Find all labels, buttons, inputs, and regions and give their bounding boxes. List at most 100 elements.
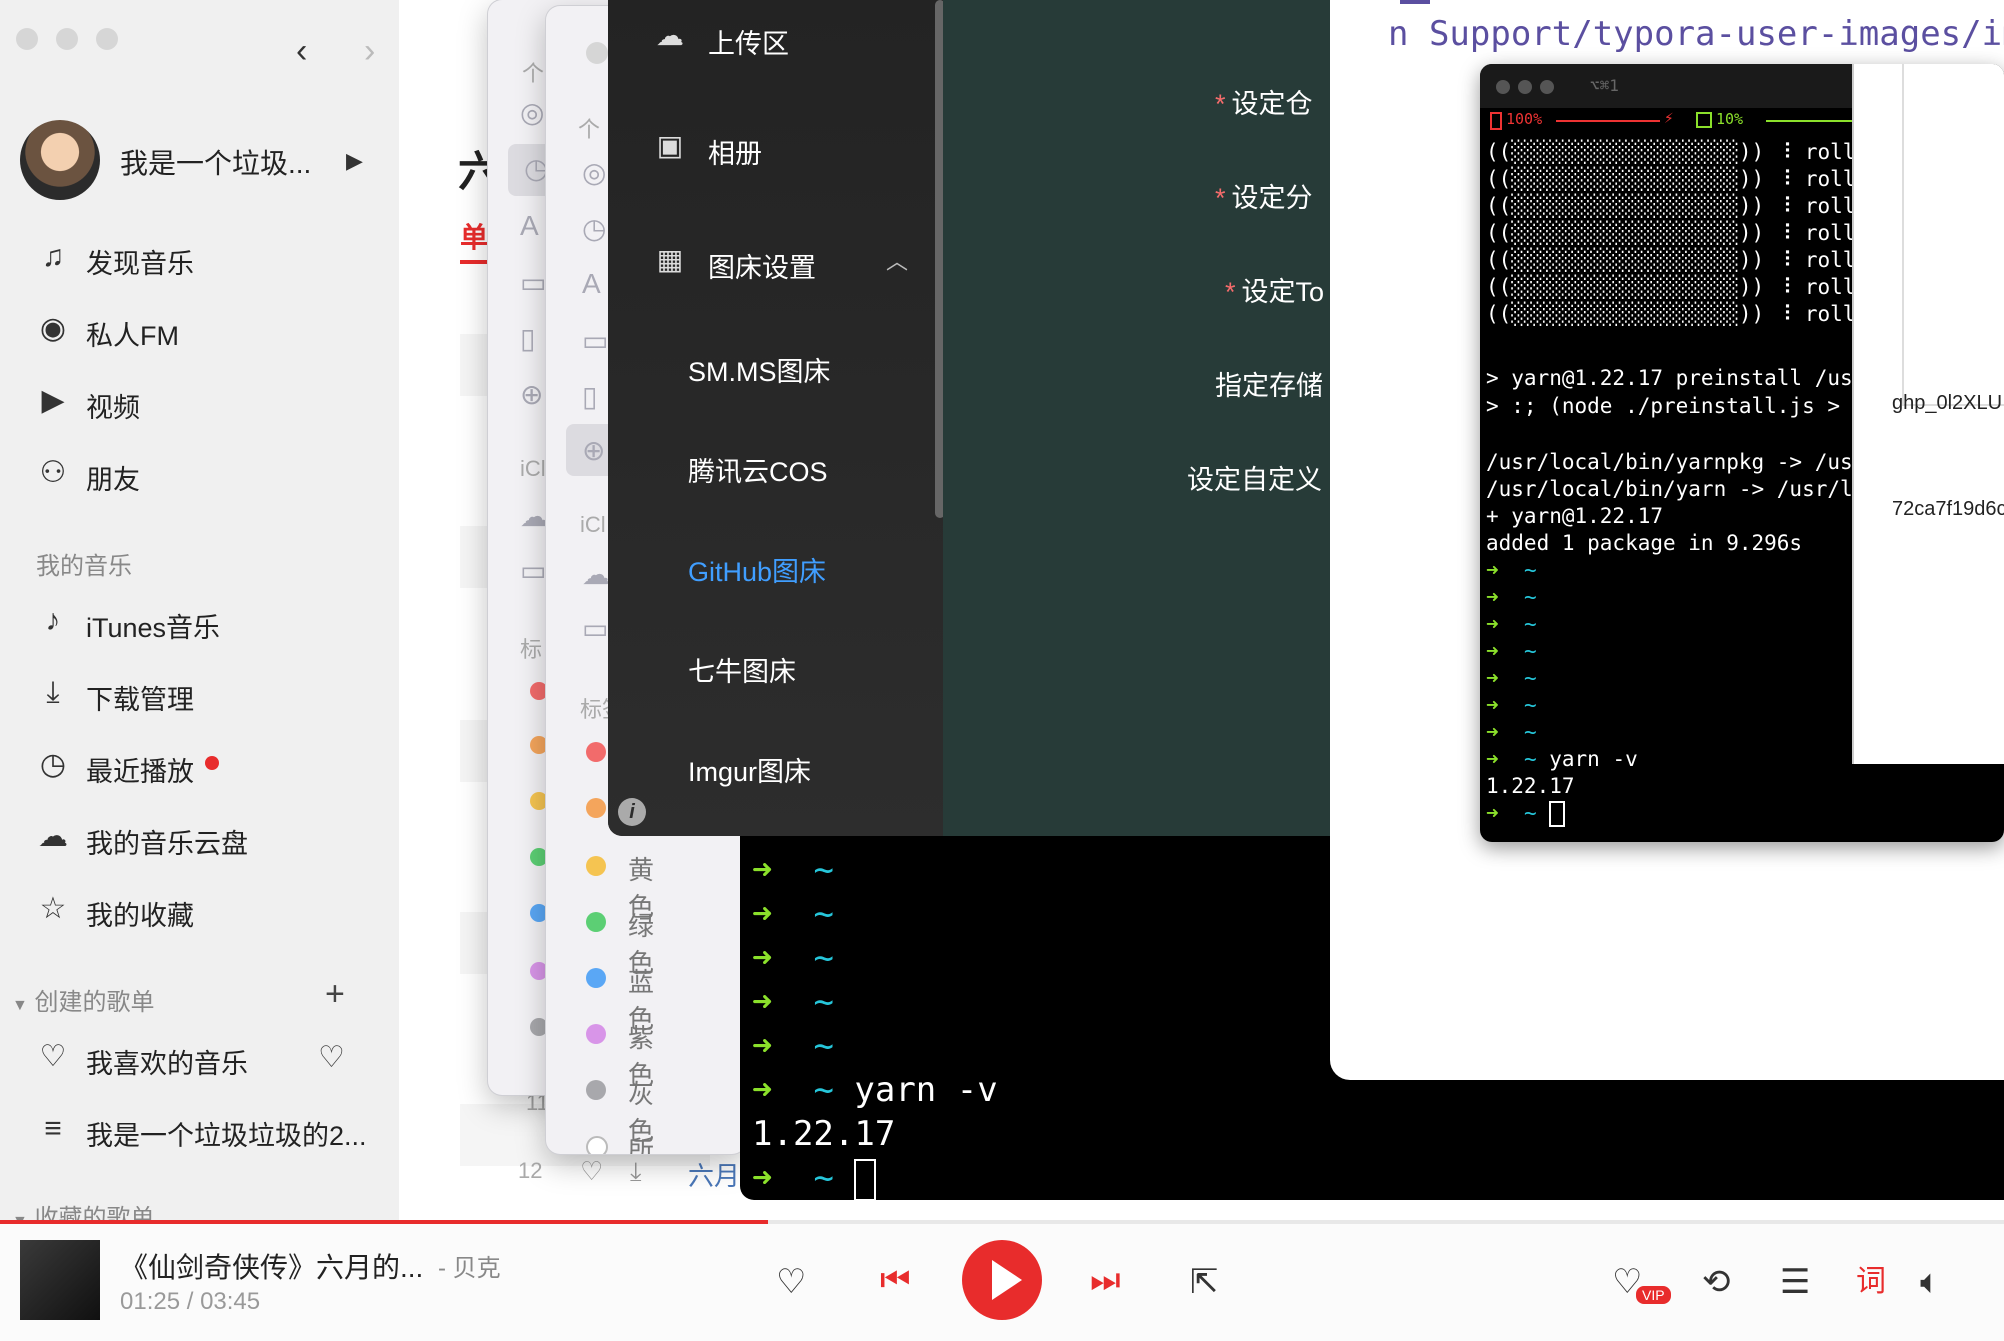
menu-item-upload[interactable]: ☁ 上传区 [608, 8, 938, 68]
sidebar-item-collection[interactable]: ☆ 我的收藏 [0, 880, 399, 936]
folder-icon[interactable]: ▭ [582, 612, 608, 645]
next-track-button[interactable]: ⏭ [1090, 1260, 1121, 1300]
song-cover-art[interactable] [20, 1240, 100, 1320]
image-path-text[interactable]: n Support/typora-user-images/ima [1388, 14, 2004, 54]
close-window-button[interactable] [586, 42, 608, 64]
previous-track-button[interactable]: ⏮ [880, 1260, 911, 1300]
now-playing-title[interactable]: 《仙剑奇侠传》六月的... [120, 1246, 423, 1286]
icloud-drive-icon[interactable]: ☁ [582, 558, 610, 591]
terminal-prompt-line: ➜ ~ yarn -v [752, 1070, 998, 1110]
volume-icon[interactable]: 🔈︎ [1920, 1262, 1940, 1302]
sidebar-item-label: 我的音乐云盘 [86, 829, 248, 859]
heart-icon: ♡ [39, 1040, 67, 1073]
like-button-heart-icon[interactable]: ♡ [776, 1262, 806, 1302]
sidebar-item-downloads[interactable]: ⤓ 下载管理 [0, 664, 399, 720]
close-window-button[interactable] [16, 28, 38, 50]
play-button[interactable] [962, 1240, 1042, 1320]
share-icon[interactable]: ⇱ [1190, 1262, 1219, 1302]
submenu-imgur[interactable]: Imgur图床 [688, 750, 811, 789]
tag-color-dot [586, 1080, 606, 1100]
menu-item-picbed-settings[interactable]: ▦ 图床设置 ︿ [608, 232, 938, 292]
user-avatar[interactable] [20, 120, 100, 200]
sidebar-item-video[interactable]: ▶ 视频 [0, 372, 399, 428]
install-line: > :; (node ./preinstall.js > [1486, 394, 1841, 418]
documents-icon[interactable]: ▯ [520, 322, 535, 355]
output-line: added 1 package in 9.296s [1486, 531, 1803, 555]
desktop-icon[interactable]: ▭ [582, 324, 608, 357]
created-playlists-label: 创建的歌单 [34, 989, 155, 1016]
sidebar-item-fm[interactable]: ◉ 私人FM [0, 300, 399, 356]
terminal-window-small[interactable]: ⌥⌘1 100% ⚡ 10% ((░░░░░░░░░░░░░░░░░░)) ⠸ … [1480, 64, 2004, 842]
menu-item-album[interactable]: ▣ 相册 [608, 118, 938, 178]
repeat-mode-icon[interactable]: ⟲ [1702, 1262, 1731, 1302]
back-arrow-icon[interactable]: ‹ [296, 34, 318, 68]
close-window-button[interactable] [1496, 80, 1510, 94]
minimize-window-button[interactable] [56, 28, 78, 50]
created-playlists-heading[interactable]: ▼ 创建的歌单 [12, 982, 155, 1017]
user-menu-caret-icon[interactable]: ▶ [346, 148, 363, 174]
terminal-prompt-line: ➜ ~ [752, 894, 834, 934]
new-activity-dot [205, 756, 219, 770]
tab-songs[interactable]: 单 [460, 216, 488, 256]
add-playlist-button[interactable]: + [325, 975, 345, 1014]
submenu-smms[interactable]: SM.MS图床 [688, 350, 831, 389]
terminal-cursor [854, 1158, 877, 1201]
sidebar-item-playlist[interactable]: ≡ 我是一个垃圾垃圾的2... [0, 1100, 399, 1156]
heartbeat-mode-icon[interactable]: ♡ [318, 1040, 345, 1075]
now-playing-artist[interactable]: - 贝克 [438, 1248, 501, 1283]
submenu-tencent-cos[interactable]: 腾讯云COS [688, 450, 828, 489]
prompt-line: ➜ ~ [1486, 585, 1537, 609]
my-music-heading: 我的音乐 [36, 553, 132, 580]
song-title-link[interactable]: 六月 [688, 1156, 740, 1193]
terminal-output-line: 1.22.17 [752, 1114, 896, 1154]
play-queue-icon[interactable]: ☰ [1780, 1262, 1810, 1302]
recents-icon[interactable]: ◷ [582, 212, 606, 245]
output-line: /usr/local/bin/yarnpkg -> /us [1486, 450, 1853, 474]
sidebar-item-cloud[interactable]: ☁ 我的音乐云盘 [0, 808, 399, 864]
forward-arrow-icon[interactable]: › [364, 34, 386, 68]
overlay-panel-inner [1902, 64, 2004, 406]
chevron-up-icon: ︿ [886, 249, 909, 274]
sidebar-item-itunes[interactable]: ♪ iTunes音乐 [0, 592, 399, 648]
submenu-github-active[interactable]: GitHub图床 [688, 550, 826, 589]
like-song-icon[interactable]: ♡ [580, 1156, 603, 1187]
rollback-line: ((░░░░░░░░░░░░░░░░░░)) ⠸ rollba [1486, 194, 1881, 218]
zoom-window-button[interactable] [1540, 80, 1554, 94]
token-text[interactable]: ghp_0l2XLU [1892, 392, 2002, 415]
sidebar-item-recent[interactable]: ◷ 最近播放 [0, 736, 399, 792]
info-icon[interactable]: i [618, 798, 646, 826]
folder-icon[interactable]: ▭ [520, 554, 546, 587]
hash-text[interactable]: 72ca7f19d6c [1892, 498, 2004, 521]
applications-icon[interactable]: A [520, 210, 539, 242]
cpu-percent: 10% [1716, 110, 1744, 128]
output-line: 1.22.17 [1486, 774, 1575, 798]
documents-icon[interactable]: ▯ [582, 380, 597, 413]
user-name[interactable]: 我是一个垃圾... [120, 142, 311, 182]
cpu-icon [1696, 112, 1712, 128]
download-song-icon[interactable]: ⤓ [630, 1156, 642, 1188]
desktop-icon[interactable]: ▭ [520, 266, 546, 299]
terminal-prompt-line: ➜ ~ [752, 1158, 877, 1201]
form-label-branch: * 设定分 [1215, 183, 1313, 213]
lyrics-button[interactable]: 词 [1856, 1262, 1886, 1302]
tag-orange-dot[interactable] [586, 798, 606, 818]
icloud-drive-icon[interactable]: ☁ [520, 500, 548, 533]
cloud-upload-icon: ☁ [656, 20, 684, 51]
menu-item-label: 相册 [708, 139, 762, 169]
picgo-sidebar: ☁ 上传区 ▣ 相册 ▦ 图床设置 ︿ SM.MS图床 腾讯云COS GitHu… [608, 0, 943, 836]
downloads-icon[interactable]: ⊕ [520, 378, 543, 411]
battery-percent: 100% [1506, 110, 1543, 128]
rollback-line: ((░░░░░░░░░░░░░░░░░░)) ⠸ rollba [1486, 221, 1881, 245]
sidebar-item-discover[interactable]: ♫ 发现音乐 [0, 228, 399, 284]
tag-red-dot[interactable] [586, 742, 606, 762]
menu-item-label: 上传区 [708, 29, 789, 59]
sidebar-item-label: 朋友 [86, 465, 140, 495]
applications-icon[interactable]: A [582, 268, 601, 300]
airdrop-icon[interactable]: ◎ [520, 96, 544, 129]
sidebar-item-friends[interactable]: ⚇ 朋友 [0, 444, 399, 500]
sidebar-section-label: 个 [578, 117, 601, 142]
submenu-qiniu[interactable]: 七牛图床 [688, 650, 796, 689]
minimize-window-button[interactable] [1518, 80, 1532, 94]
zoom-window-button[interactable] [96, 28, 118, 50]
airdrop-icon[interactable]: ◎ [582, 156, 606, 189]
